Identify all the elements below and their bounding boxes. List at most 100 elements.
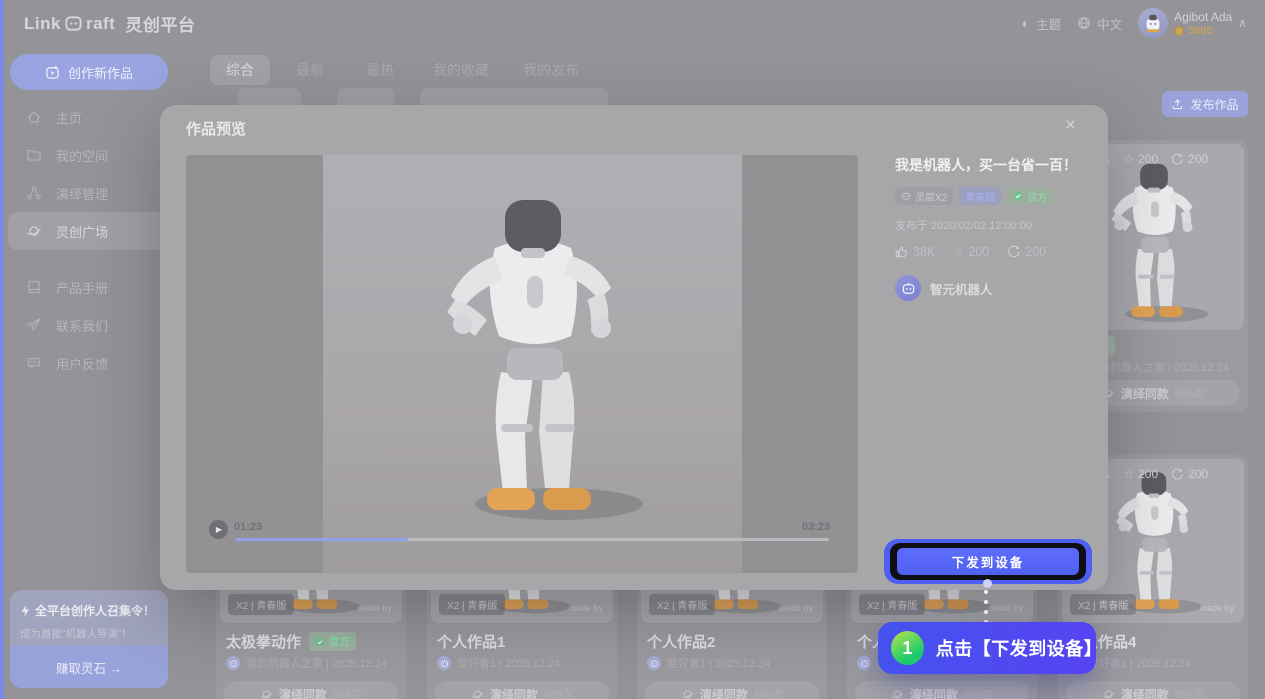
user-menu[interactable]: Agibot Ada 5000 ∧: [1138, 8, 1247, 38]
author-name: 爱好者1 | 2025.12.24: [457, 655, 560, 671]
sidebar-item-myspace[interactable]: 我的空间: [0, 136, 176, 174]
made-by-watermark: made by: [357, 603, 392, 613]
robot-face-icon: [901, 281, 916, 296]
shares-count: 200: [1188, 152, 1208, 166]
shares-stat: 200: [1171, 467, 1208, 481]
sidebar-item-contact[interactable]: 联系我们: [0, 306, 176, 344]
nav-label: 联系我们: [56, 316, 108, 335]
modal-title: 作品预览: [186, 118, 246, 139]
sidebar-item-feedback[interactable]: 用户反馈: [0, 344, 176, 382]
share-icon: [1007, 245, 1021, 259]
shares-stat[interactable]: 200: [1007, 244, 1046, 259]
language-switch[interactable]: 中文: [1077, 14, 1122, 33]
book-icon: [26, 279, 42, 295]
logo-text-link: Link: [24, 14, 61, 34]
remix-button[interactable]: 演绎同款 666次: [1066, 681, 1240, 699]
coin-icon: [1174, 26, 1184, 36]
step-badge: 1: [891, 631, 924, 665]
remix-button[interactable]: 演绎同款 666次: [645, 681, 819, 699]
header-actions: ◐ 主题 中文 Agibot Ada 5000 ∧: [1022, 0, 1247, 46]
language-label: 中文: [1097, 14, 1122, 33]
stars-stat: ☆ 200: [1123, 467, 1158, 481]
progress-track[interactable]: [236, 538, 829, 541]
nav-label: 产品手册: [56, 278, 108, 297]
author-name: 我的机器人之家 | 2025.12.24: [1088, 359, 1229, 375]
card-title-row: 个人作品2: [647, 631, 715, 652]
create-icon: [45, 65, 60, 80]
tab-newest[interactable]: 最新: [290, 55, 330, 85]
nav-label: 用户反馈: [56, 354, 108, 373]
author-name: 爱好者1 | 2025.12.24: [1088, 655, 1191, 671]
sidebar-item-performance[interactable]: 演绎管理: [0, 174, 176, 212]
remix-button[interactable]: 演绎同款 666次: [435, 681, 609, 699]
nav-label: 演绎管理: [56, 184, 108, 203]
remix-label: 演绎同款: [1121, 385, 1169, 402]
progress-fill: [236, 538, 408, 541]
publish-date: 发布于 2020/02/02 12:00:00: [895, 217, 1095, 233]
send-to-device-button[interactable]: 下发到设备: [897, 548, 1079, 575]
star-icon: ☆: [953, 244, 964, 259]
stars-count: 200: [1138, 152, 1158, 166]
remix-count: 666次: [1175, 686, 1204, 699]
download-highlight-ring: 下发到设备: [884, 539, 1092, 584]
card-title: 个人作品1: [437, 631, 505, 652]
remix-button[interactable]: 演绎同款 666次: [855, 681, 1029, 699]
author-name: 爱好者1 | 2025.12.24: [667, 655, 770, 671]
remix-icon: [1102, 688, 1115, 699]
likes-count: 38K: [913, 245, 935, 259]
remix-count: 666次: [544, 686, 573, 699]
play-button[interactable]: ▶: [209, 520, 228, 539]
tab-favorites[interactable]: 我的收藏: [430, 55, 492, 85]
user-points: 5000: [1174, 25, 1232, 37]
sidebar-item-manual[interactable]: 产品手册: [0, 268, 176, 306]
video-player[interactable]: ▶ 01:23 03:23: [186, 155, 858, 573]
robot-face-icon: [440, 659, 449, 668]
tab-hottest[interactable]: 最热: [360, 55, 400, 85]
globe-icon: [1077, 16, 1091, 30]
current-time: 01:23: [234, 521, 262, 533]
robot-video-figure: [411, 183, 651, 533]
remix-count: 666次: [754, 686, 783, 699]
earn-gems-button[interactable]: 赚取灵石 →: [10, 646, 168, 688]
publish-work-button[interactable]: 发布作品: [1162, 91, 1248, 117]
card-title: 个人作品2: [647, 631, 715, 652]
play-icon: ▶: [216, 525, 222, 534]
points-value: 5000: [1188, 25, 1212, 37]
remix-icon: [681, 688, 694, 699]
create-work-button[interactable]: 创作新作品: [10, 54, 168, 90]
planet-icon: [26, 223, 42, 239]
user-avatar[interactable]: [1138, 8, 1168, 38]
chevron-up-icon[interactable]: ∧: [1238, 16, 1247, 30]
card-title-row: 太极拳动作 官方: [226, 631, 356, 652]
tab-published[interactable]: 我的发布: [520, 55, 582, 85]
work-author[interactable]: 智元机器人: [895, 275, 1095, 301]
thumbs-up-icon: [895, 245, 909, 259]
remix-label: 演绎同款: [1121, 686, 1169, 699]
theme-toggle[interactable]: ◐ 主题: [1022, 14, 1061, 33]
creator-promo-card: 全平台创作人召集令！ 成为首批“机器人导演”！ 赚取灵石 →: [10, 590, 168, 688]
model-tag-label: 灵犀X2: [915, 189, 947, 204]
nav-label: 我的空间: [56, 146, 108, 165]
robot-face-icon: [901, 191, 911, 201]
logo-c-icon: [65, 15, 82, 32]
remix-button[interactable]: 演绎同款 666次: [224, 681, 398, 699]
create-label: 创作新作品: [68, 63, 133, 82]
promo-subtitle: 成为首批“机器人导演”！: [10, 619, 168, 641]
stars-stat[interactable]: ☆ 200: [953, 244, 989, 259]
stars-count: 200: [968, 245, 989, 259]
sidebar-item-plaza[interactable]: 灵创广场: [8, 212, 168, 250]
sidebar-item-home[interactable]: 主页: [0, 98, 176, 136]
tab-label: 我的发布: [523, 60, 579, 80]
tab-label: 我的收藏: [433, 60, 489, 80]
close-icon[interactable]: ×: [1065, 115, 1076, 137]
guide-text: 点击【下发到设备】: [936, 635, 1096, 661]
tab-all[interactable]: 综合: [210, 55, 270, 85]
likes-stat[interactable]: 38K: [895, 244, 935, 259]
author-name: 智元机器人: [930, 279, 993, 298]
author-avatar: [895, 275, 921, 301]
model-badge: X2 | 青春版: [859, 594, 925, 615]
sidebar-nav: 主页 我的空间 演绎管理 灵创广场 产品手册 联系我们 用户反馈: [0, 98, 176, 382]
model-tag: 灵犀X2: [895, 187, 953, 205]
remix-count: 666次: [964, 686, 993, 699]
upload-icon: [1171, 98, 1184, 111]
